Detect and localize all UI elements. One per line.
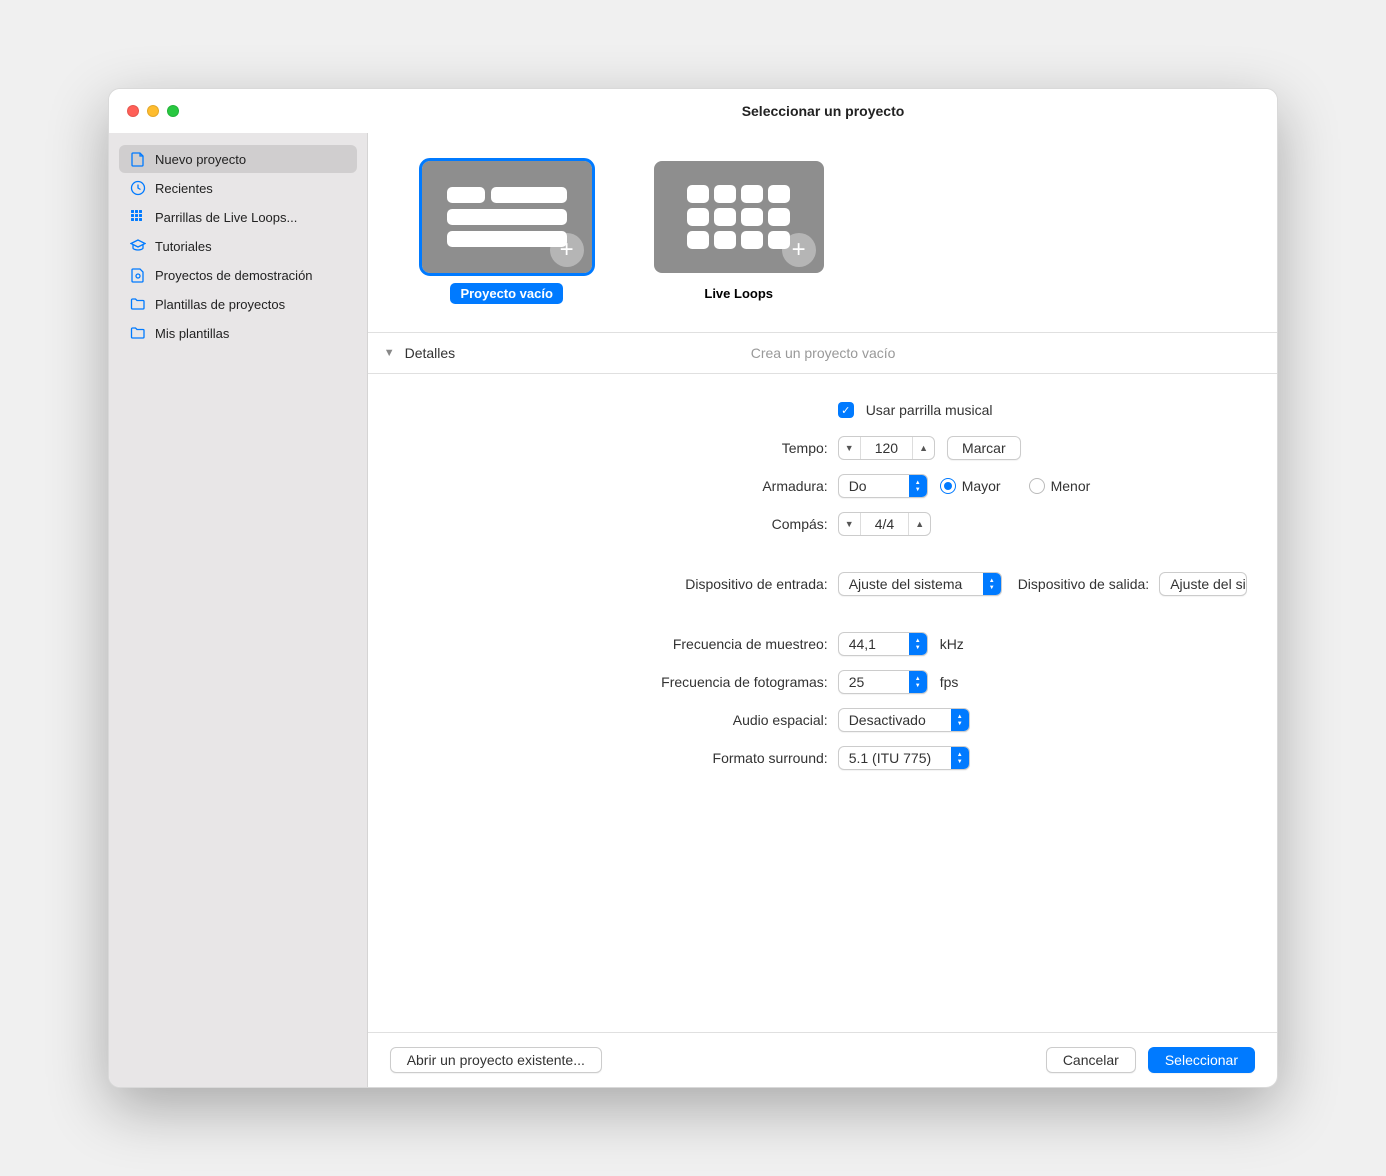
- key-major-label: Mayor: [962, 478, 1001, 494]
- clock-icon: [129, 179, 147, 197]
- sidebar-item-live-loops-grids[interactable]: Parrillas de Live Loops...: [119, 203, 357, 231]
- minimize-window-button[interactable]: [147, 105, 159, 117]
- time-signature-value[interactable]: 4/4: [861, 516, 908, 532]
- chevron-up-icon[interactable]: ▲: [908, 513, 930, 535]
- sidebar-item-demo-projects[interactable]: Proyectos de demostración: [119, 261, 357, 289]
- grid-icon: [129, 208, 147, 226]
- sidebar-item-label: Recientes: [155, 181, 213, 196]
- select-button[interactable]: Seleccionar: [1148, 1047, 1255, 1073]
- template-label: Proyecto vacío: [450, 283, 563, 304]
- project-chooser-window: Seleccionar un proyecto Nuevo proyecto R…: [108, 88, 1278, 1088]
- key-minor-radio[interactable]: [1029, 478, 1045, 494]
- frame-rate-select[interactable]: 25 ▲▼: [838, 670, 928, 694]
- spatial-audio-select[interactable]: Desactivado ▲▼: [838, 708, 970, 732]
- sidebar-item-project-templates[interactable]: Plantillas de proyectos: [119, 290, 357, 318]
- folder-icon: [129, 324, 147, 342]
- template-card-empty[interactable]: + Proyecto vacío: [422, 161, 592, 304]
- sidebar-item-label: Plantillas de proyectos: [155, 297, 285, 312]
- sample-rate-value: 44,1: [839, 636, 909, 652]
- document-badge-icon: [129, 266, 147, 284]
- sidebar-item-recents[interactable]: Recientes: [119, 174, 357, 202]
- document-icon: [129, 150, 147, 168]
- input-device-select[interactable]: Ajuste del sistema ▲▼: [838, 572, 1002, 596]
- key-minor-label: Menor: [1051, 478, 1091, 494]
- key-major-radio[interactable]: [940, 478, 956, 494]
- spatial-audio-label: Audio espacial:: [398, 712, 838, 728]
- frame-rate-value: 25: [839, 674, 909, 690]
- details-title: Detalles: [405, 345, 456, 361]
- sample-rate-label: Frecuencia de muestreo:: [398, 636, 838, 652]
- details-form: ✓ Usar parrilla musical Tempo: ▼ 120 ▲ M…: [368, 374, 1277, 1032]
- output-device-select[interactable]: Ajuste del sistema ▲▼: [1159, 572, 1247, 596]
- key-signature-value: Do: [839, 478, 909, 494]
- template-area: + Proyecto vacío + Live Loops: [368, 133, 1277, 332]
- chevron-down-icon[interactable]: ▼: [839, 437, 861, 459]
- surround-format-value: 5.1 (ITU 775): [839, 750, 951, 766]
- tempo-label: Tempo:: [398, 440, 838, 456]
- sidebar-item-label: Mis plantillas: [155, 326, 229, 341]
- tempo-stepper[interactable]: ▼ 120 ▲: [838, 436, 935, 460]
- chevron-down-icon[interactable]: ▼: [839, 513, 861, 535]
- folder-icon: [129, 295, 147, 313]
- chevron-up-icon[interactable]: ▲: [912, 437, 934, 459]
- chevron-down-icon: ▼: [384, 347, 395, 359]
- sidebar-item-label: Parrillas de Live Loops...: [155, 210, 297, 225]
- sidebar-item-label: Nuevo proyecto: [155, 152, 246, 167]
- sidebar-item-label: Tutoriales: [155, 239, 212, 254]
- sidebar-item-new-project[interactable]: Nuevo proyecto: [119, 145, 357, 173]
- sample-rate-unit: kHz: [940, 636, 964, 652]
- close-window-button[interactable]: [127, 105, 139, 117]
- cancel-button[interactable]: Cancelar: [1046, 1047, 1136, 1073]
- surround-format-label: Formato surround:: [398, 750, 838, 766]
- output-device-value: Ajuste del sistema: [1160, 576, 1247, 592]
- key-signature-select[interactable]: Do ▲▼: [838, 474, 928, 498]
- chevrons-icon: ▲▼: [983, 573, 1001, 595]
- output-device-label: Dispositivo de salida:: [1018, 576, 1160, 592]
- plus-icon: +: [550, 233, 584, 267]
- spatial-audio-value: Desactivado: [839, 712, 951, 728]
- template-card-live-loops[interactable]: + Live Loops: [654, 161, 824, 304]
- sidebar-item-label: Proyectos de demostración: [155, 268, 313, 283]
- tempo-value[interactable]: 120: [861, 440, 912, 456]
- chevrons-icon: ▲▼: [909, 633, 927, 655]
- input-device-value: Ajuste del sistema: [839, 576, 983, 592]
- footer: Abrir un proyecto existente... Cancelar …: [368, 1032, 1277, 1087]
- titlebar: Seleccionar un proyecto: [109, 89, 1277, 133]
- chevrons-icon: ▲▼: [909, 475, 927, 497]
- details-subtitle: Crea un proyecto vacío: [465, 345, 1181, 361]
- chevrons-icon: ▲▼: [951, 747, 969, 769]
- tap-tempo-button[interactable]: Marcar: [947, 436, 1021, 460]
- graduation-cap-icon: [129, 237, 147, 255]
- template-thumb-empty[interactable]: +: [422, 161, 592, 273]
- details-header[interactable]: ▼ Detalles Crea un proyecto vacío: [368, 332, 1277, 374]
- chevrons-icon: ▲▼: [951, 709, 969, 731]
- sidebar-item-my-templates[interactable]: Mis plantillas: [119, 319, 357, 347]
- open-existing-button[interactable]: Abrir un proyecto existente...: [390, 1047, 602, 1073]
- plus-icon: +: [782, 233, 816, 267]
- window-title: Seleccionar un proyecto: [109, 103, 1277, 119]
- use-music-grid-checkbox[interactable]: ✓: [838, 402, 854, 418]
- surround-format-select[interactable]: 5.1 (ITU 775) ▲▼: [838, 746, 970, 770]
- template-label: Live Loops: [694, 283, 783, 304]
- sidebar-item-tutorials[interactable]: Tutoriales: [119, 232, 357, 260]
- time-signature-stepper[interactable]: ▼ 4/4 ▲: [838, 512, 931, 536]
- zoom-window-button[interactable]: [167, 105, 179, 117]
- time-signature-label: Compás:: [398, 516, 838, 532]
- frame-rate-unit: fps: [940, 674, 959, 690]
- frame-rate-label: Frecuencia de fotogramas:: [398, 674, 838, 690]
- template-thumb-live-loops[interactable]: +: [654, 161, 824, 273]
- use-music-grid-label: Usar parrilla musical: [866, 402, 993, 418]
- sample-rate-select[interactable]: 44,1 ▲▼: [838, 632, 928, 656]
- chevrons-icon: ▲▼: [909, 671, 927, 693]
- sidebar: Nuevo proyecto Recientes Parrillas de Li…: [109, 133, 368, 1087]
- traffic-lights: [109, 105, 179, 117]
- key-signature-label: Armadura:: [398, 478, 838, 494]
- input-device-label: Dispositivo de entrada:: [398, 576, 838, 592]
